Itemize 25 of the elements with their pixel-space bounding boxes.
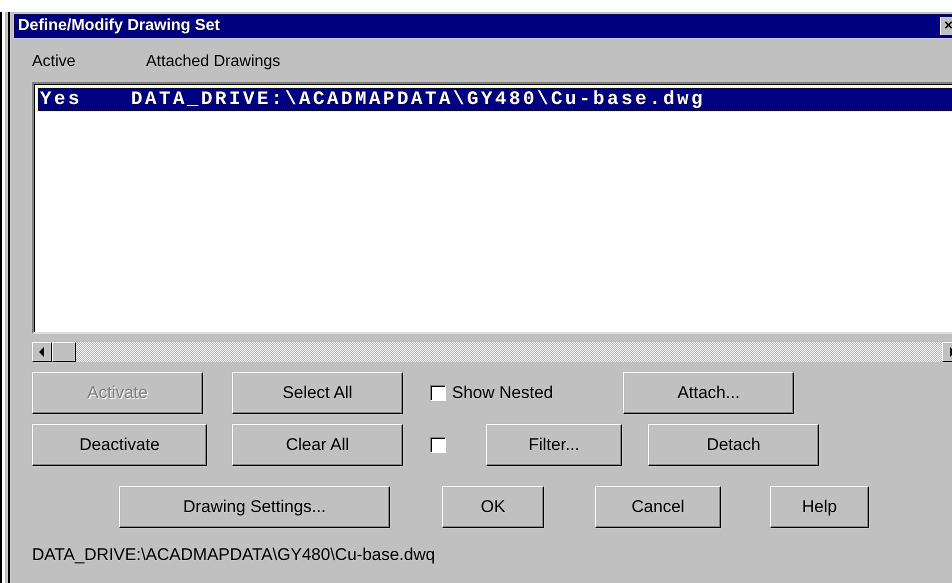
dialog-button[interactable]: OK	[442, 486, 544, 528]
scroll-thumb[interactable]	[52, 342, 76, 362]
horizontal-scrollbar[interactable]	[32, 342, 952, 362]
column-header: Attached Drawings	[146, 52, 280, 72]
dialog-button[interactable]: Drawing Settings...	[119, 486, 390, 528]
dialog-button[interactable]: Attach...	[623, 372, 794, 414]
column-header: Active	[32, 52, 77, 72]
window-title: Define/Modify Drawing Set	[18, 16, 220, 36]
checkbox[interactable]	[430, 437, 446, 453]
list-row[interactable]: Yes DATA_DRIVE:\ACADMAPDATA\GY480\Cu-base.dwg	[38, 88, 952, 111]
dialog-button[interactable]: Detach	[648, 424, 819, 466]
dialog-button[interactable]: Help	[770, 486, 869, 528]
path-cell: DATA_DRIVE:\ACADMAPDATA\GY480\Cu-base.dwg	[131, 88, 706, 111]
dialog-button[interactable]: Filter...	[486, 424, 622, 466]
dialog-button[interactable]: Deactivate	[32, 424, 207, 466]
dialog-button[interactable]: Cancel	[595, 486, 721, 528]
checkbox-label: Show Nested	[452, 382, 554, 404]
status-text: DATA_DRIVE:\ACADMAPDATA\GY480\Cu-base.dwq	[32, 544, 436, 566]
scroll-left-button[interactable]	[32, 342, 52, 362]
close-button[interactable]: ×	[940, 17, 952, 35]
checkbox[interactable]	[430, 385, 446, 401]
left-arrow-icon	[38, 347, 46, 357]
active-cell-text: Yes	[39, 88, 84, 111]
dialog-button[interactable]: Clear All	[232, 424, 403, 466]
dialog-button[interactable]: Select All	[232, 372, 403, 414]
